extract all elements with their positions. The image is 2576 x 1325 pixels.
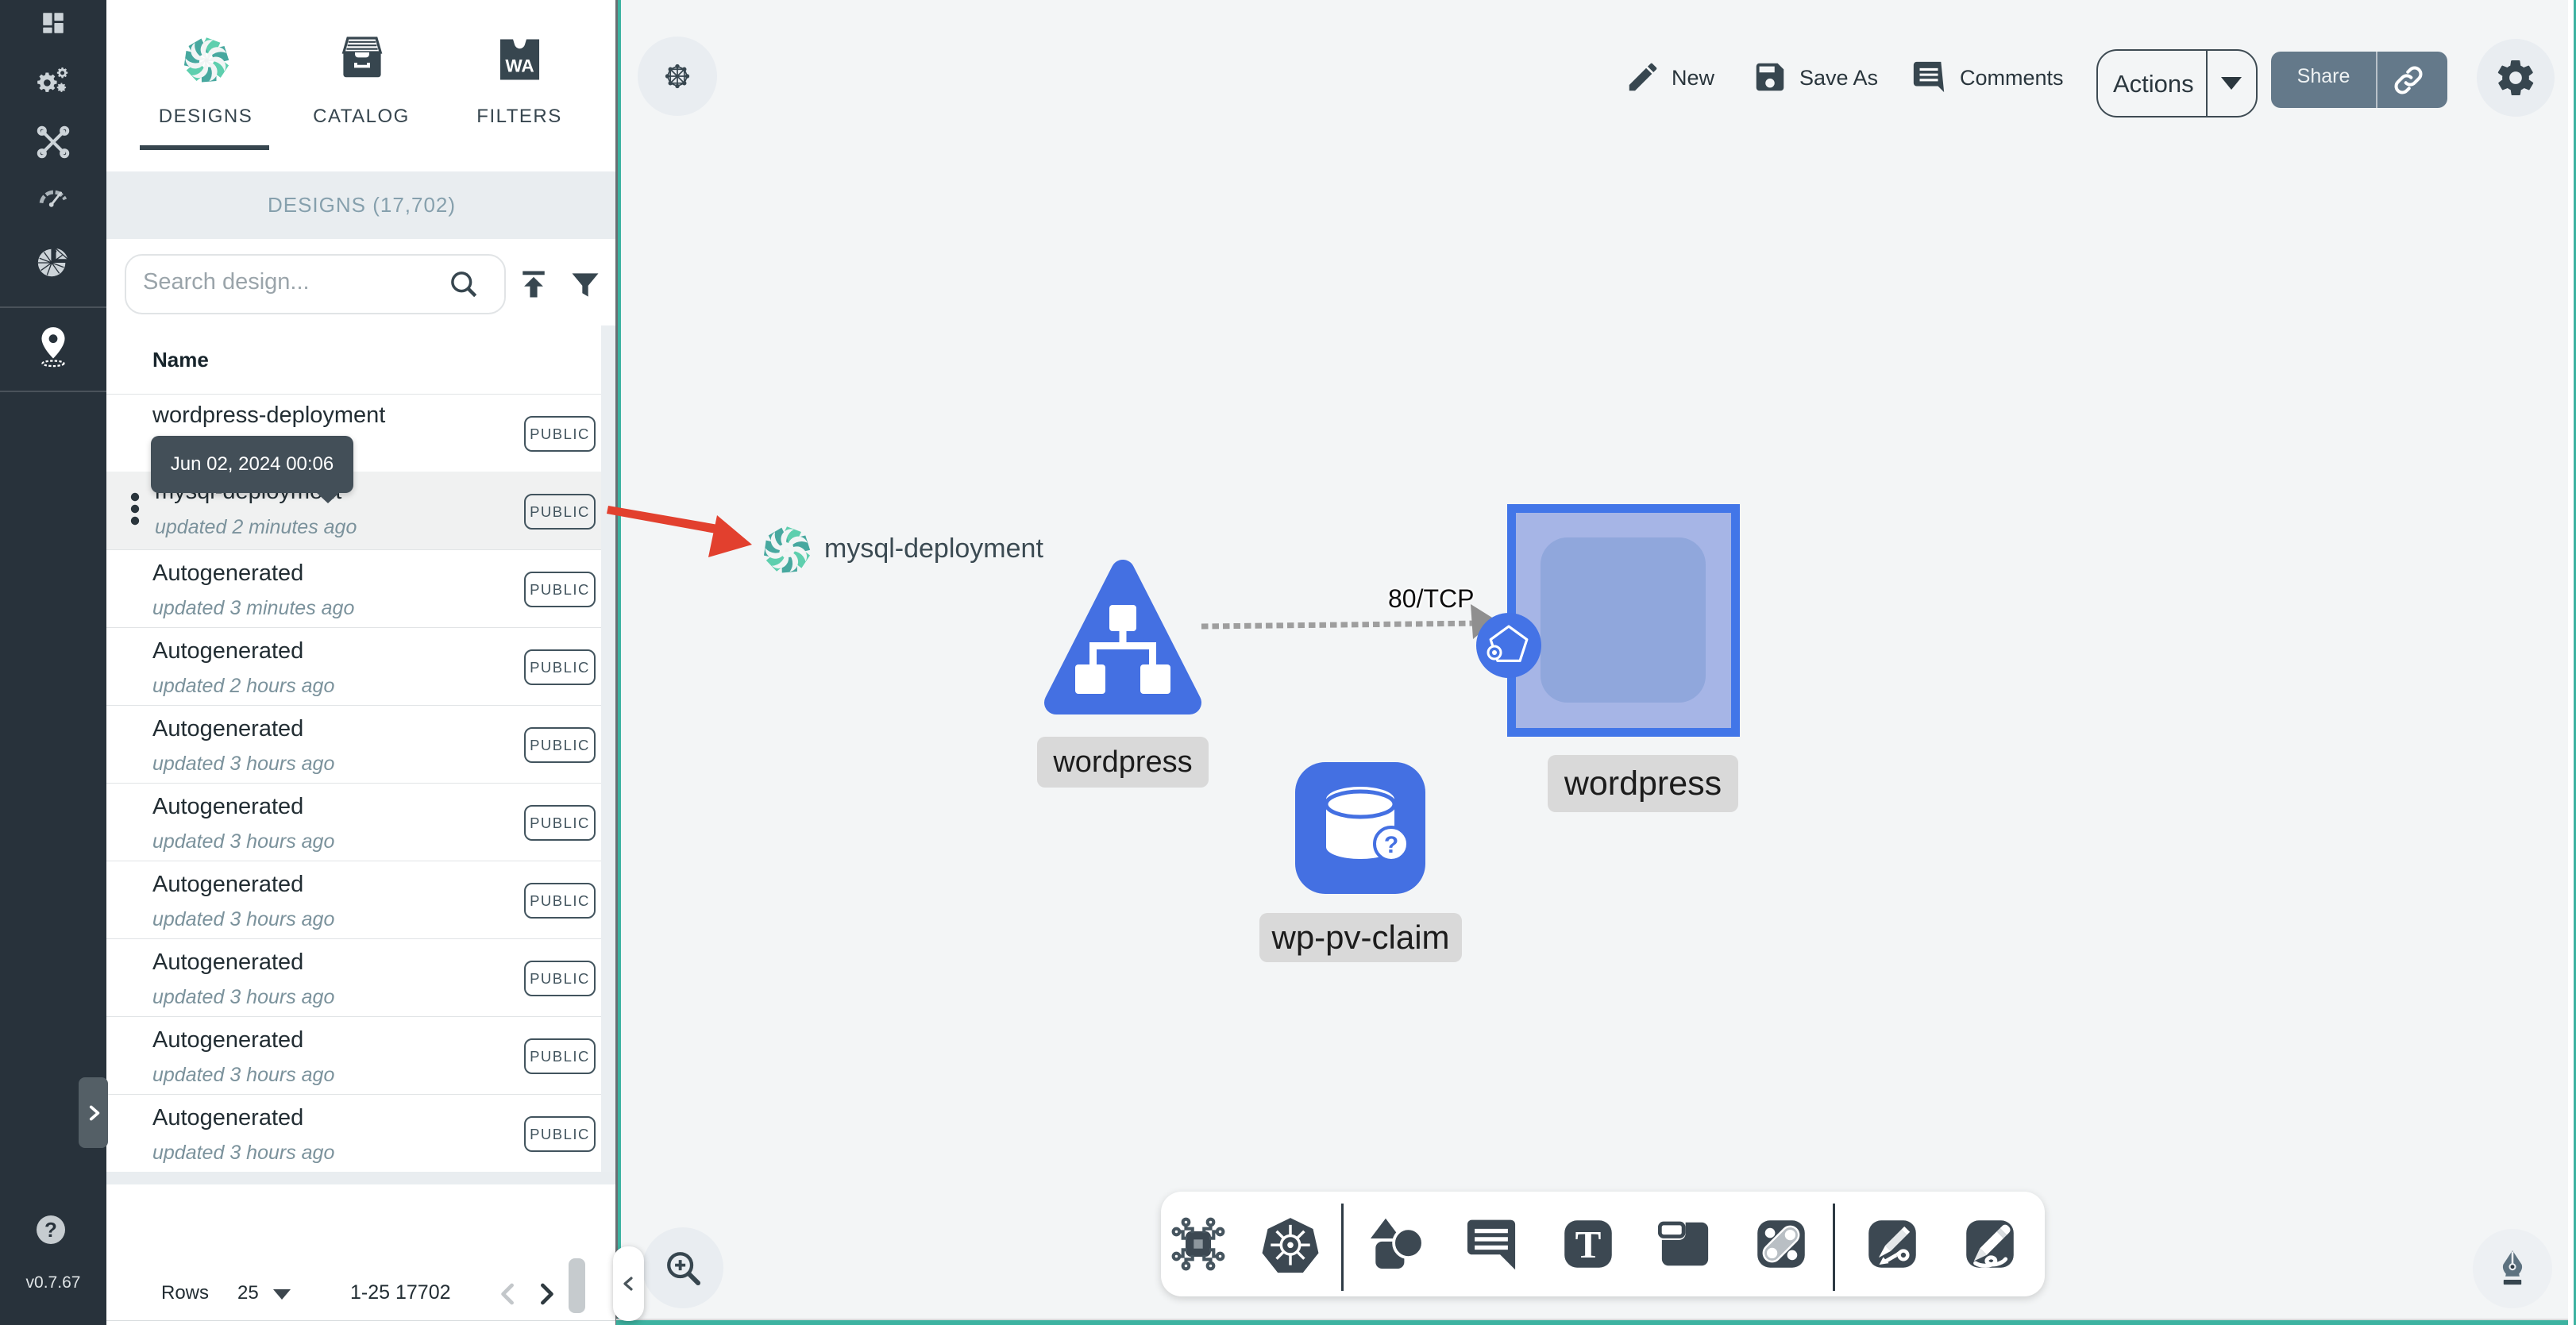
svg-text:T: T bbox=[1575, 1223, 1602, 1266]
svg-text:WA: WA bbox=[505, 56, 534, 76]
svg-text:?: ? bbox=[1384, 832, 1398, 858]
